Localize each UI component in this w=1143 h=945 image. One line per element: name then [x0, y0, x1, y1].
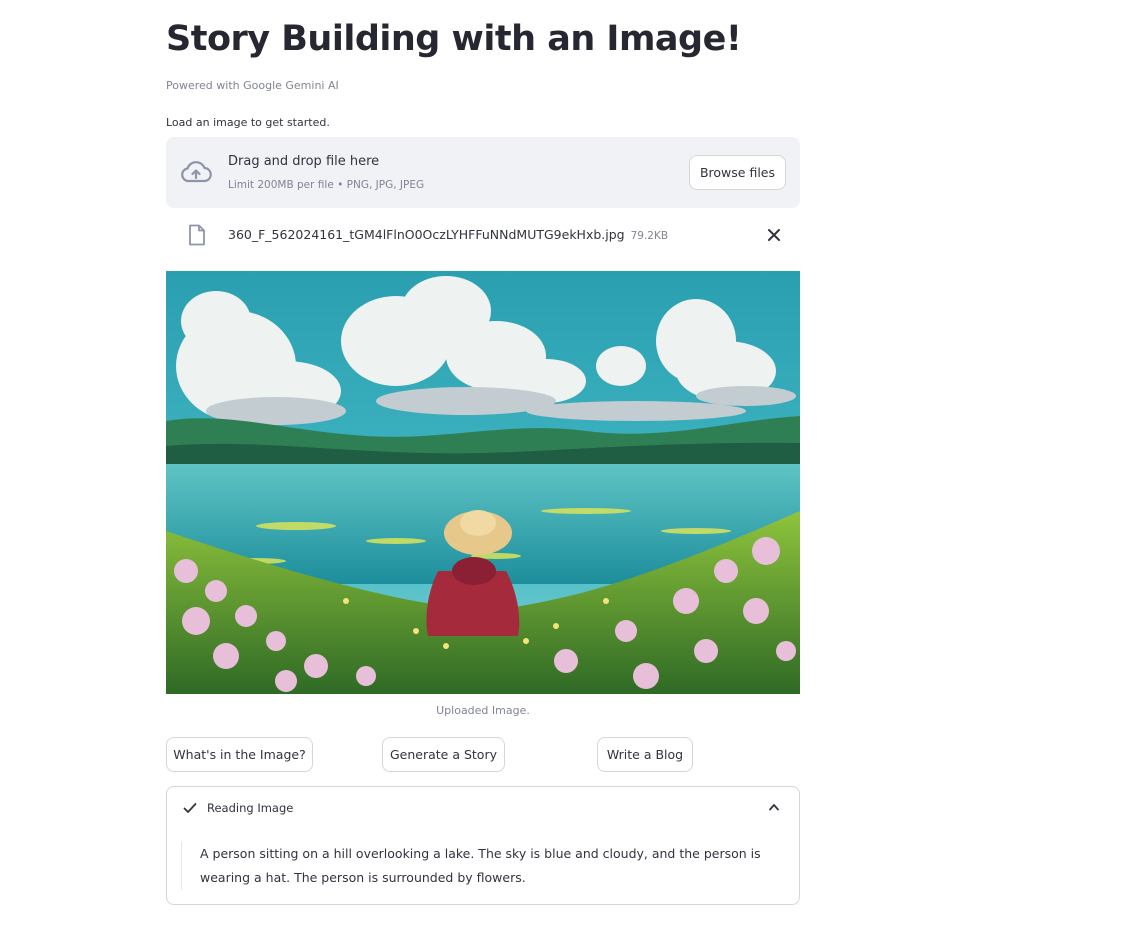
file-icon — [189, 224, 205, 246]
file-dropzone[interactable]: Drag and drop file here Limit 200MB per … — [166, 137, 800, 208]
file-name: 360_F_562024161_tGM4lFlnO0OczLYHFFuNNdMU… — [228, 227, 668, 242]
check-icon — [183, 803, 197, 813]
image-caption: Uploaded Image. — [436, 704, 530, 717]
dropzone-limit: Limit 200MB per file • PNG, JPG, JPEG — [228, 179, 425, 191]
close-icon[interactable] — [767, 228, 781, 242]
cloud-upload-icon — [181, 161, 212, 183]
dropzone-title: Drag and drop file here — [228, 154, 380, 169]
expander-body: A person sitting on a hill overlooking a… — [181, 842, 781, 890]
file-size: 79.2KB — [630, 230, 669, 242]
whats-in-image-button[interactable]: What's in the Image? — [166, 737, 313, 772]
write-blog-button[interactable]: Write a Blog — [597, 737, 693, 772]
page-subtitle: Powered with Google Gemini AI — [166, 79, 339, 92]
uploaded-file-row: 360_F_562024161_tGM4lFlnO0OczLYHFFuNNdMU… — [166, 215, 800, 255]
chevron-up-icon[interactable] — [768, 802, 780, 812]
browse-files-button[interactable]: Browse files — [689, 155, 786, 190]
expander-title: Reading Image — [207, 801, 294, 815]
uploaded-image-illustration — [166, 271, 800, 694]
reading-image-expander[interactable]: Reading Image A person sitting on a hill… — [166, 786, 800, 905]
generate-story-button[interactable]: Generate a Story — [382, 737, 505, 772]
file-name-text: 360_F_562024161_tGM4lFlnO0OczLYHFFuNNdMU… — [228, 227, 625, 242]
uploaded-image — [166, 271, 800, 694]
uploader-label: Load an image to get started. — [166, 116, 330, 129]
page-title: Story Building with an Image! — [166, 19, 742, 59]
